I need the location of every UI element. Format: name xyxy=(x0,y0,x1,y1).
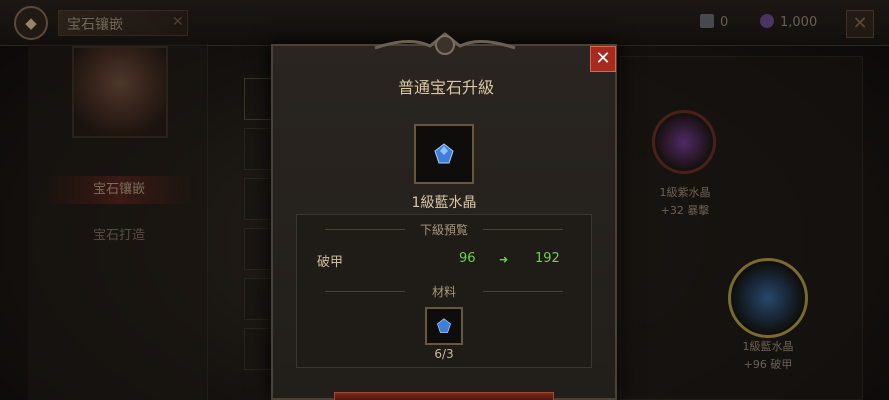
crystal-icon xyxy=(760,14,774,28)
gem-stat: +32 暴擊 xyxy=(660,204,710,217)
skull-ornament-icon xyxy=(374,32,516,55)
blue-crystal-icon xyxy=(437,318,451,333)
stat-next-value: 192 xyxy=(535,251,560,266)
tab-close-icon[interactable]: ✕ xyxy=(172,14,184,30)
gem-slot-list xyxy=(244,78,274,378)
currency-gold: 0 xyxy=(700,14,728,30)
item-name: 1級藍水晶 xyxy=(411,195,477,211)
gem-slot[interactable] xyxy=(244,78,274,120)
upgrade-info-panel: 下級預覧 破甲 96 ➜ 192 材料 6/3 xyxy=(296,214,592,368)
stat-name: 破甲 xyxy=(317,255,344,270)
gem-slot[interactable] xyxy=(244,278,274,320)
gem-slot[interactable] xyxy=(244,178,274,220)
currency-gem: 1,000 xyxy=(760,14,817,30)
material-slot[interactable] xyxy=(425,307,463,345)
gem-label: 1級藍水晶 xyxy=(742,340,794,353)
gem-slot[interactable] xyxy=(244,128,274,170)
material-count: 6/3 xyxy=(434,347,454,361)
upgrade-button[interactable] xyxy=(334,392,554,400)
diamond-icon[interactable]: ◆ xyxy=(14,6,48,40)
blue-gem-icon[interactable] xyxy=(728,258,808,338)
gold-icon xyxy=(700,14,714,28)
gem-slot[interactable] xyxy=(244,328,274,370)
purple-gem-icon[interactable] xyxy=(652,110,716,174)
close-window-button[interactable]: ✕ xyxy=(846,10,874,38)
gem-stat: +96 破甲 xyxy=(743,358,793,371)
blue-crystal-icon xyxy=(434,143,454,164)
character-portrait xyxy=(72,46,168,138)
gem-item-slot xyxy=(414,124,474,184)
dialog-title: 普通宝石升級 xyxy=(397,78,494,97)
close-dialog-button[interactable]: ✕ xyxy=(590,46,616,72)
divider xyxy=(483,229,563,230)
stat-current-value: 96 xyxy=(459,251,476,266)
page-title: 宝石镶嵌 xyxy=(58,10,188,36)
arrow-right-icon: ➜ xyxy=(499,253,509,266)
gem-label: 1級紫水晶 xyxy=(659,186,711,199)
sidebar-item-inlay[interactable]: 宝石镶嵌 xyxy=(44,176,194,204)
divider xyxy=(483,291,563,292)
sidebar-item-forge[interactable]: 宝石打造 xyxy=(44,222,194,250)
gem-slot[interactable] xyxy=(244,228,274,270)
